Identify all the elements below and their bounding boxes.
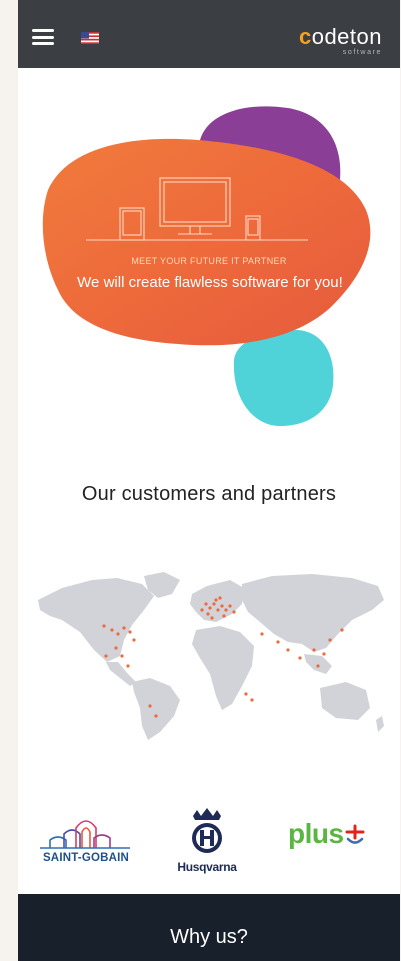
logo-text: odeton <box>311 24 382 49</box>
codeton-logo[interactable]: codeton software <box>298 24 382 57</box>
customers-title: Our customers and partners <box>81 483 337 505</box>
husqvarna-label: Husqvarna <box>177 860 237 874</box>
hero: MEET YOUR FUTURE IT PARTNER We will crea… <box>18 100 400 440</box>
asia <box>242 574 384 652</box>
logo-letter-c: c <box>298 24 312 49</box>
page: codeton software MEET YOUR FUTURE IT PAR… <box>18 0 400 961</box>
saint-gobain-arch-icon <box>40 820 130 849</box>
plus-logo[interactable]: plus <box>288 808 388 872</box>
hero-blobs <box>42 106 371 426</box>
southeast-asia <box>304 654 332 674</box>
teal-blob <box>233 329 334 426</box>
us-flag-icon[interactable] <box>81 32 99 44</box>
top-bar: codeton software <box>18 0 400 68</box>
logo-subtitle: software <box>342 49 382 56</box>
africa <box>192 626 254 710</box>
why-us-section: Why us? <box>18 894 400 961</box>
south-america <box>132 678 180 740</box>
hero-tagline: MEET YOUR FUTURE IT PARTNER <box>131 256 287 266</box>
new-zealand <box>376 716 384 732</box>
partner-logos: SAINT-GOBAIN Husqvarna plus <box>18 808 400 874</box>
husqvarna-logo[interactable]: Husqvarna <box>171 808 243 874</box>
hero-title: We will create flawless software for you… <box>77 274 343 291</box>
australia <box>320 682 370 720</box>
north-america <box>38 578 154 662</box>
world-map <box>38 572 384 740</box>
husqvarna-crown-icon <box>192 808 222 853</box>
central-america <box>106 662 136 686</box>
saint-gobain-label: SAINT-GOBAIN <box>42 852 130 864</box>
menu-icon[interactable] <box>32 29 54 45</box>
plus-label: plus <box>288 818 344 849</box>
why-us-title: Why us? <box>170 926 248 948</box>
orange-blob <box>42 138 371 346</box>
saint-gobain-logo[interactable]: SAINT-GOBAIN <box>30 808 142 872</box>
plus-symbol-icon <box>345 824 365 844</box>
